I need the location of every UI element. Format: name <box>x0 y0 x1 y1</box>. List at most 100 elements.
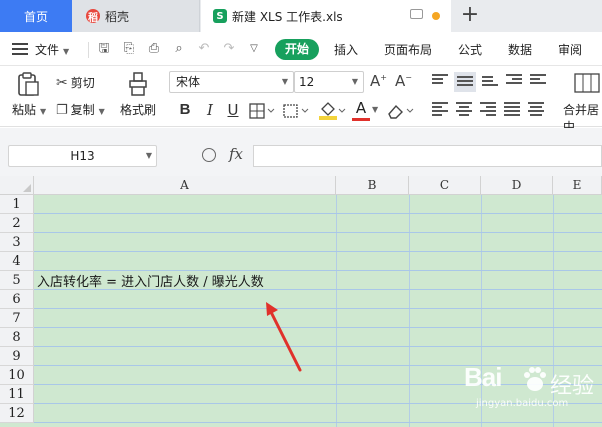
tab-home[interactable]: 首页 <box>0 0 72 32</box>
row-header[interactable]: 11 <box>0 385 34 404</box>
clear-eraser-icon[interactable] <box>386 103 414 119</box>
row-header[interactable]: 3 <box>0 233 34 252</box>
increase-indent-icon[interactable] <box>530 74 546 88</box>
font-size-select[interactable]: 12 ▼ <box>294 71 364 93</box>
format-painter-icon[interactable] <box>128 71 148 97</box>
row-gridline <box>34 346 602 347</box>
borders-icon[interactable] <box>249 103 275 119</box>
monitor-icon[interactable] <box>410 9 423 19</box>
formula-input[interactable] <box>253 145 602 167</box>
chevron-down-icon[interactable]: ▼ <box>372 105 378 114</box>
copy-icon: ❐ <box>56 103 68 118</box>
row-header[interactable]: 12 <box>0 404 34 423</box>
align-center-icon[interactable] <box>456 102 472 116</box>
red-arrow-annotation <box>266 302 302 372</box>
redo-icon[interactable]: ↷ <box>221 41 237 57</box>
row-gridline <box>34 251 602 252</box>
distributed-align-icon[interactable] <box>528 102 544 116</box>
font-size-value: 12 <box>299 75 315 89</box>
copy-button[interactable]: ❐ 复制 ▼ <box>56 101 105 118</box>
cut-button[interactable]: ✂ 剪切 <box>56 74 95 91</box>
hamburger-menu-icon[interactable] <box>12 43 28 55</box>
underline-icon[interactable]: U <box>225 100 241 120</box>
menu-tab-start[interactable]: 开始 <box>275 39 319 60</box>
align-top-icon[interactable] <box>432 74 448 88</box>
name-box[interactable]: H13 ▼ <box>8 145 157 167</box>
file-menu[interactable]: 文件 ▼ <box>35 41 69 58</box>
column-header-e[interactable]: E <box>553 176 602 195</box>
tab-daoke[interactable]: 稻 稻壳 <box>72 0 200 32</box>
bold-icon[interactable]: B <box>176 100 194 120</box>
paste-button[interactable]: 粘贴 ▼ <box>12 101 46 118</box>
column-header-b[interactable]: B <box>336 176 409 195</box>
column-header-d[interactable]: D <box>481 176 553 195</box>
zoom-magnifier-icon[interactable] <box>202 148 216 162</box>
row-header[interactable]: 1 <box>0 195 34 214</box>
increase-font-size-icon[interactable]: A+ <box>370 72 387 90</box>
save-icon[interactable]: 🖫 <box>96 41 112 57</box>
undo-icon[interactable]: ↶ <box>196 41 212 57</box>
fill-color-icon[interactable] <box>318 101 346 121</box>
toolbar-divider <box>88 42 89 58</box>
align-right-icon[interactable] <box>480 102 496 116</box>
insert-function-fx-icon[interactable]: fx <box>229 145 243 163</box>
chevron-down-icon: ▼ <box>281 77 288 86</box>
new-tab-plus-icon[interactable]: + <box>456 2 484 30</box>
cell-style-icon[interactable] <box>283 103 309 119</box>
row-gridline <box>34 213 602 214</box>
align-middle-icon[interactable] <box>454 72 476 92</box>
spreadsheet-app-icon: S <box>213 9 227 23</box>
decrease-indent-icon[interactable] <box>506 74 522 88</box>
row-gridline <box>34 308 602 309</box>
cut-label: 剪切 <box>70 76 95 90</box>
menu-tab-page-layout[interactable]: 页面布局 <box>384 41 432 58</box>
align-left-icon[interactable] <box>432 102 448 116</box>
menu-tab-formulas[interactable]: 公式 <box>458 41 482 58</box>
menu-tab-insert[interactable]: 插入 <box>334 41 358 58</box>
baidu-jingyan-watermark: Bai 经验 jingyan.baidu.com <box>464 362 600 424</box>
paste-icon[interactable] <box>16 71 40 97</box>
chevron-down-icon: ▼ <box>63 47 70 56</box>
unsaved-dot-icon <box>432 12 440 20</box>
justify-icon[interactable] <box>504 102 520 116</box>
row-header[interactable]: 8 <box>0 328 34 347</box>
paste-label: 粘贴 <box>12 103 37 117</box>
italic-icon[interactable]: I <box>203 100 217 120</box>
daoke-icon: 稻 <box>86 9 100 24</box>
row-header[interactable]: 10 <box>0 366 34 385</box>
column-header-c[interactable]: C <box>409 176 481 195</box>
chevron-down-icon: ▼ <box>98 107 105 116</box>
chevron-down-icon: ▼ <box>145 151 152 160</box>
font-color-icon[interactable]: A <box>352 99 370 121</box>
menu-tab-data[interactable]: 数据 <box>508 41 532 58</box>
row-header[interactable]: 2 <box>0 214 34 233</box>
ribbon-toolbar: 粘贴 ▼ ✂ 剪切 ❐ 复制 ▼ 格式刷 宋体 ▼ 12 ▼ A+ A− B I U <box>0 67 602 134</box>
print-icon[interactable]: ⎙ <box>146 41 162 57</box>
row-header[interactable]: 4 <box>0 252 34 271</box>
formula-bar: H13 ▼ fx <box>0 128 602 176</box>
menu-tab-review[interactable]: 审阅 <box>558 41 582 58</box>
format-painter-button[interactable]: 格式刷 <box>120 101 156 118</box>
row-header[interactable]: 7 <box>0 309 34 328</box>
column-gridline <box>409 195 410 427</box>
row-header[interactable]: 9 <box>0 347 34 366</box>
select-all-corner[interactable] <box>0 176 34 195</box>
scissors-icon: ✂ <box>56 75 68 91</box>
baidu-paw-icon <box>524 367 546 391</box>
row-gridline <box>34 232 602 233</box>
font-family-select[interactable]: 宋体 ▼ <box>169 71 294 93</box>
row-header[interactable]: 6 <box>0 290 34 309</box>
align-bottom-icon[interactable] <box>482 76 498 90</box>
row-gridline <box>34 327 602 328</box>
decrease-font-size-icon[interactable]: A− <box>395 72 412 90</box>
column-header-a[interactable]: A <box>34 176 336 195</box>
font-family-value: 宋体 <box>176 75 201 89</box>
chevron-down-icon: ▼ <box>351 77 358 86</box>
print-preview-icon[interactable]: ⌕ <box>171 41 187 57</box>
cell-a5[interactable]: 入店转化率 = 进入门店人数 / 曝光人数 <box>37 271 264 290</box>
export-pdf-icon[interactable]: ⎘ <box>121 41 137 57</box>
customize-toolbar-chevron-icon[interactable]: ▽ <box>246 41 262 57</box>
chevron-down-icon: ▼ <box>40 107 47 116</box>
row-header[interactable]: 5 <box>0 271 34 290</box>
merge-cells-icon[interactable] <box>574 73 600 93</box>
